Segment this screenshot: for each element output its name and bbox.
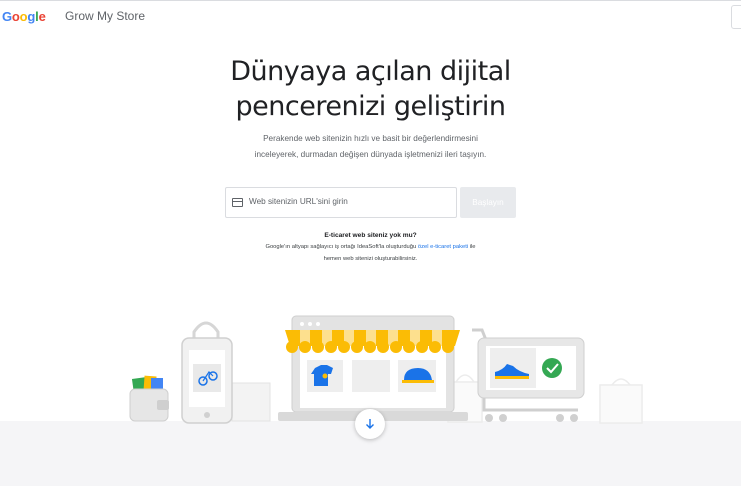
phone-icon [181,321,233,424]
check-circle-icon [542,358,562,378]
wallet-icon [129,375,169,422]
shopping-cart-icon [472,328,585,422]
laptop-storefront-icon [278,315,468,421]
arrow-down-icon [366,419,374,429]
scroll-down-button[interactable] [355,409,385,439]
box-icon [231,382,271,422]
